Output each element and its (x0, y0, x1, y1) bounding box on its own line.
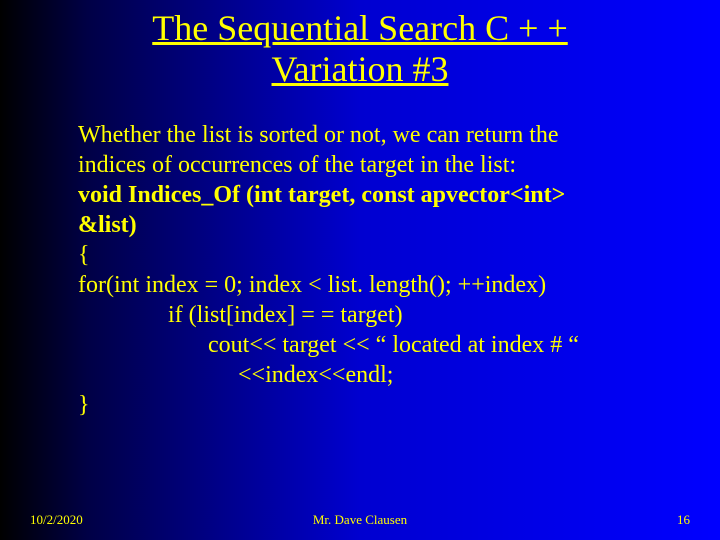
slide-title: The Sequential Search C + + Variation #3 (0, 0, 720, 91)
title-line-2: Variation #3 (272, 49, 449, 89)
code-line: <<index<<endl; (78, 360, 680, 390)
code-line: { (78, 240, 680, 270)
code-line: if (list[index] = = target) (78, 300, 680, 330)
footer-author: Mr. Dave Clausen (0, 512, 720, 528)
body-line: indices of occurrences of the target in … (78, 150, 680, 180)
code-line: void Indices_Of (int target, const apvec… (78, 180, 680, 210)
code-line: for(int index = 0; index < list. length(… (78, 270, 680, 300)
title-line-1: The Sequential Search C + + (152, 8, 568, 48)
code-line: } (78, 390, 680, 420)
code-line: &list) (78, 210, 680, 240)
slide: The Sequential Search C + + Variation #3… (0, 0, 720, 540)
slide-footer: 10/2/2020 Mr. Dave Clausen 16 (0, 512, 720, 532)
slide-body: Whether the list is sorted or not, we ca… (78, 120, 680, 420)
footer-page-number: 16 (677, 512, 690, 528)
code-line: cout<< target << “ located at index # “ (78, 330, 680, 360)
body-line: Whether the list is sorted or not, we ca… (78, 120, 680, 150)
